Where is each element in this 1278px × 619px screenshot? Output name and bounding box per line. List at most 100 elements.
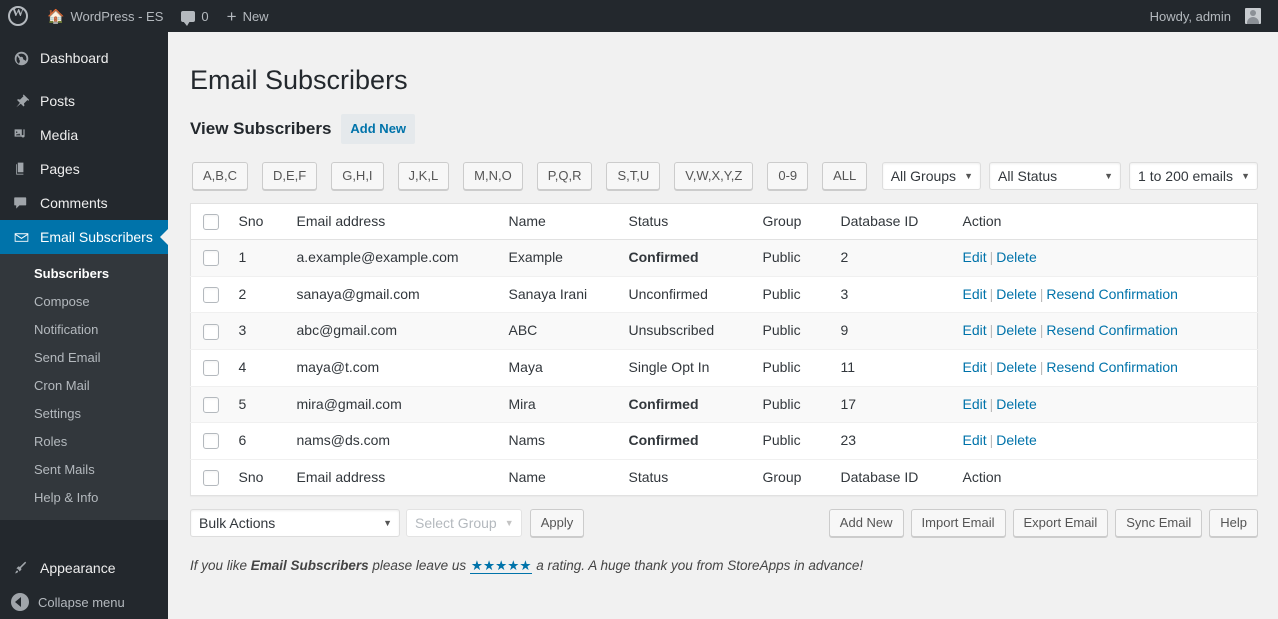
sidebar-item-posts[interactable]: Posts (0, 84, 168, 118)
alpha-filter-pqr[interactable]: P,Q,R (536, 161, 593, 190)
sidebar-item-comments[interactable]: Comments (0, 186, 168, 220)
group-filter-select[interactable]: All Groups (881, 161, 982, 190)
sidebar-item-pages[interactable]: Pages (0, 152, 168, 186)
select-all-checkbox-footer[interactable] (203, 470, 219, 487)
edit-link[interactable]: Edit (963, 286, 987, 302)
header-group[interactable]: Group (752, 203, 831, 240)
row-checkbox-cell (191, 240, 229, 277)
sidebar-item-dashboard[interactable]: Dashboard (0, 41, 168, 75)
submenu-item-settings[interactable]: Settings (0, 400, 168, 428)
wordpress-logo-button[interactable] (0, 0, 38, 32)
alpha-filter-jkl[interactable]: J,K,L (397, 161, 450, 190)
export-email-button[interactable]: Export Email (1012, 509, 1109, 538)
submenu-item-send-email[interactable]: Send Email (0, 344, 168, 372)
footer-email[interactable]: Email address (286, 459, 499, 496)
row-checkbox[interactable] (203, 396, 219, 413)
add-new-button-top[interactable]: Add New (341, 114, 416, 144)
comment-icon (11, 193, 31, 213)
header-email[interactable]: Email address (286, 203, 499, 240)
alpha-filter-def[interactable]: D,E,F (261, 161, 318, 190)
footer-status[interactable]: Status (618, 459, 753, 496)
table-row[interactable]: 3 abc@gmail.com ABC Unsubscribed Public … (190, 312, 1258, 350)
row-checkbox[interactable] (203, 433, 219, 450)
cell-name: Mira (508, 395, 536, 412)
alpha-filter-ghi[interactable]: G,H,I (331, 161, 384, 190)
delete-link[interactable]: Delete (996, 432, 1036, 448)
cell-db-id: 17 (840, 395, 857, 412)
cell-actions: Edit | Delete | Resend Confirmation (953, 313, 1258, 350)
import-email-button[interactable]: Import Email (910, 509, 1006, 538)
email-count-select[interactable]: 1 to 200 emails (1129, 161, 1258, 190)
star-rating-link[interactable]: ★★★★★ (469, 558, 533, 575)
resend-confirmation-link[interactable]: Resend Confirmation (1046, 322, 1178, 338)
edit-link[interactable]: Edit (963, 322, 987, 338)
bulk-actions-select[interactable]: Bulk Actions (190, 509, 400, 538)
main-content: Email Subscribers View Subscribers Add N… (168, 32, 1278, 619)
submenu-item-sent-mails[interactable]: Sent Mails (0, 456, 168, 484)
header-database-id[interactable]: Database ID (830, 203, 953, 240)
header-status[interactable]: Status (618, 203, 753, 240)
cell-db-id: 2 (840, 249, 849, 266)
alpha-filter-abc[interactable]: A,B,C (192, 161, 248, 190)
edit-link[interactable]: Edit (963, 396, 987, 412)
delete-link[interactable]: Delete (996, 322, 1036, 338)
cell-group: Public (762, 358, 801, 375)
edit-link[interactable]: Edit (963, 359, 987, 375)
submenu-item-subscribers[interactable]: Subscribers (0, 260, 168, 288)
header-sno[interactable]: Sno (228, 203, 287, 240)
status-filter-select[interactable]: All Status (989, 161, 1122, 190)
alpha-filter-digits[interactable]: 0-9 (767, 161, 809, 190)
sync-email-button[interactable]: Sync Email (1115, 509, 1203, 538)
footer-sno[interactable]: Sno (228, 459, 287, 496)
action-separator: | (989, 432, 994, 449)
table-row[interactable]: 5 mira@gmail.com Mira Confirmed Public 1… (190, 386, 1258, 423)
submenu-item-roles[interactable]: Roles (0, 428, 168, 456)
submenu-item-help-info[interactable]: Help & Info (0, 484, 168, 512)
footer-name[interactable]: Name (498, 459, 619, 496)
header-name[interactable]: Name (498, 203, 619, 240)
submenu-item-cron-mail[interactable]: Cron Mail (0, 372, 168, 400)
table-row[interactable]: 2 sanaya@gmail.com Sanaya Irani Unconfir… (190, 276, 1258, 313)
edit-link[interactable]: Edit (963, 249, 987, 265)
comments-menu[interactable]: 0 (172, 0, 217, 32)
new-content-menu[interactable]: + New (218, 0, 278, 32)
delete-link[interactable]: Delete (996, 359, 1036, 375)
rating-suffix: a rating. A huge thank you from StoreApp… (532, 558, 864, 574)
cell-sno: 5 (238, 395, 247, 412)
footer-group[interactable]: Group (752, 459, 831, 496)
row-checkbox[interactable] (203, 250, 219, 267)
table-row[interactable]: 4 maya@t.com Maya Single Opt In Public 1… (190, 349, 1258, 387)
resend-confirmation-link[interactable]: Resend Confirmation (1046, 286, 1178, 302)
site-name-menu[interactable]: 🏠 WordPress - ES (38, 0, 172, 32)
table-foot: Sno Email address Name Status Group Data… (190, 459, 1258, 496)
help-button[interactable]: Help (1209, 509, 1258, 538)
sidebar-item-email-subscribers[interactable]: Email Subscribers (0, 220, 168, 254)
delete-link[interactable]: Delete (996, 396, 1036, 412)
delete-link[interactable]: Delete (996, 249, 1036, 265)
alpha-filter-mno[interactable]: M,N,O (463, 161, 523, 190)
submenu-item-compose[interactable]: Compose (0, 288, 168, 316)
collapse-menu-button[interactable]: Collapse menu (0, 585, 168, 619)
row-checkbox[interactable] (203, 360, 219, 377)
row-checkbox[interactable] (203, 287, 219, 304)
edit-link[interactable]: Edit (963, 432, 987, 448)
add-new-button[interactable]: Add New (828, 509, 904, 538)
alpha-filter-stu[interactable]: S,T,U (606, 161, 661, 190)
sidebar-item-appearance[interactable]: Appearance (0, 551, 168, 585)
alpha-filter-vwxyz[interactable]: V,W,X,Y,Z (674, 161, 754, 190)
my-account-menu[interactable]: Howdy, admin (1141, 0, 1270, 32)
alpha-filter-all[interactable]: ALL (822, 161, 868, 190)
sidebar-item-media[interactable]: Media (0, 118, 168, 152)
table-row[interactable]: 6 nams@ds.com Nams Confirmed Public 23 E… (190, 423, 1258, 460)
row-checkbox[interactable] (203, 323, 219, 340)
submenu-item-notification[interactable]: Notification (0, 316, 168, 344)
select-all-checkbox[interactable] (203, 213, 219, 230)
table-row[interactable]: 1 a.example@example.com Example Confirme… (190, 239, 1258, 277)
delete-link[interactable]: Delete (996, 286, 1036, 302)
footer-database-id[interactable]: Database ID (830, 459, 953, 496)
sidebar-item-label: Posts (40, 93, 76, 109)
resend-confirmation-link[interactable]: Resend Confirmation (1046, 359, 1178, 375)
home-icon: 🏠 (47, 8, 65, 24)
cell-status: Confirmed (628, 249, 699, 266)
apply-button[interactable]: Apply (529, 509, 585, 538)
